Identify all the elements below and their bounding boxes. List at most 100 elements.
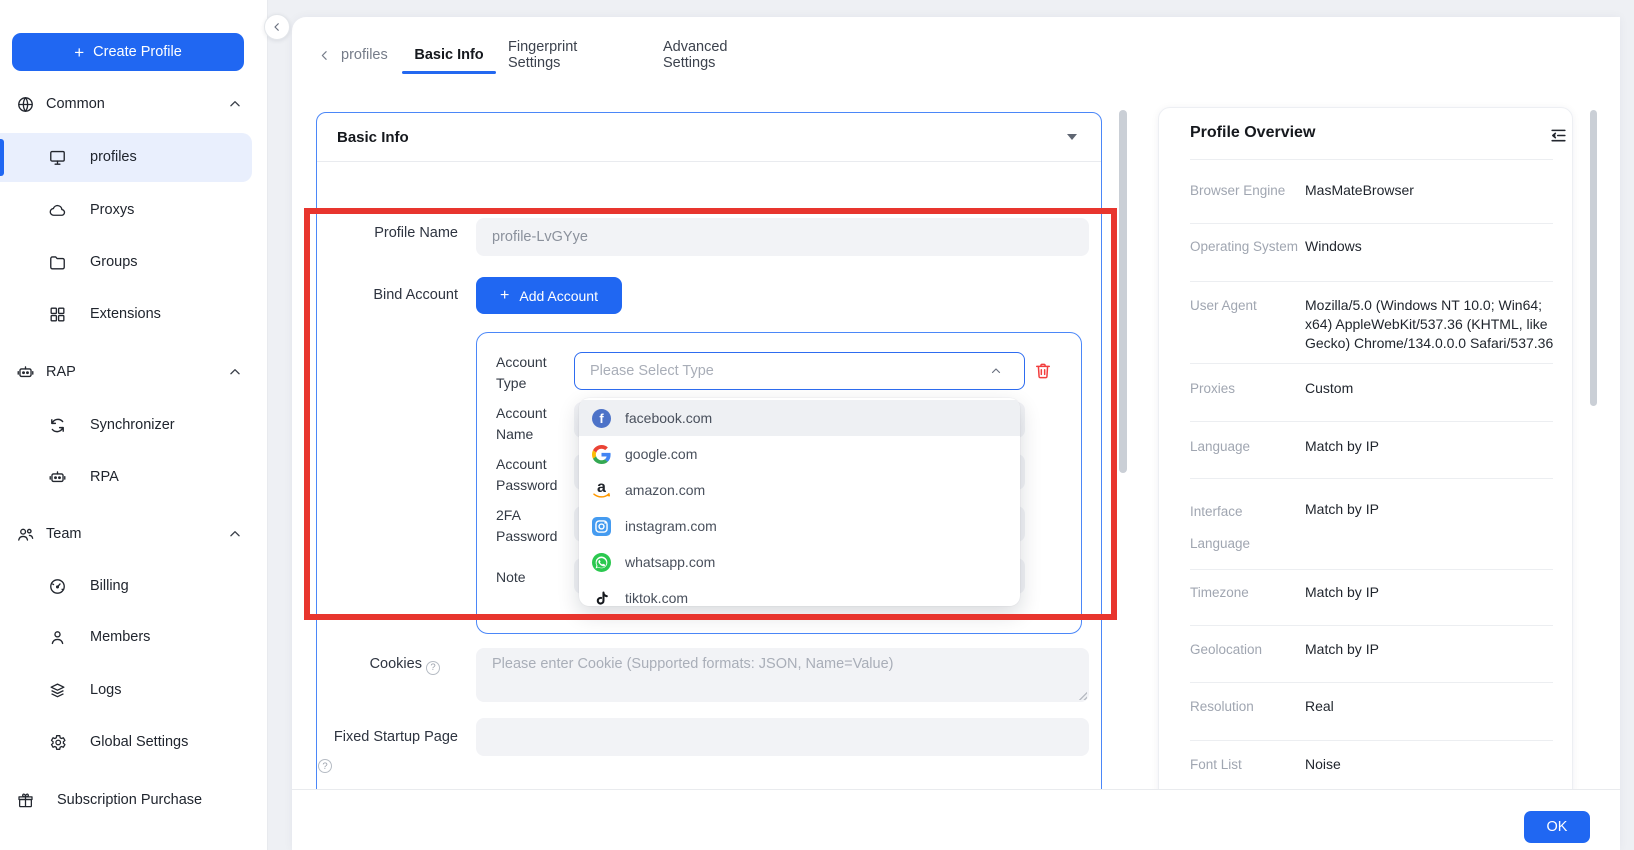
- sidebar-section-label: RAP: [46, 364, 76, 380]
- divider: [1190, 421, 1553, 422]
- option-label: facebook.com: [625, 410, 712, 426]
- option-label: amazon.com: [625, 482, 705, 498]
- sidebar-item-members[interactable]: Members: [0, 623, 268, 651]
- add-account-button[interactable]: + Add Account: [476, 277, 622, 314]
- question-circle-icon[interactable]: ?: [318, 759, 332, 773]
- gear-icon: [48, 733, 67, 752]
- overview-row-label: User Agent: [1190, 296, 1304, 316]
- cookies-label: Cookies ?: [290, 656, 440, 675]
- breadcrumb-back[interactable]: profiles: [318, 44, 388, 66]
- question-circle-icon[interactable]: ?: [426, 661, 440, 675]
- divider: [1190, 478, 1553, 479]
- chevron-up-icon[interactable]: [228, 527, 242, 541]
- chevron-up-icon[interactable]: [228, 365, 242, 379]
- sidebar-item-subscription-purchase[interactable]: Subscription Purchase: [0, 786, 268, 814]
- chevron-left-icon: [318, 49, 331, 62]
- trash-icon: [1033, 361, 1053, 381]
- dropdown-option-tiktok[interactable]: tiktok.com: [579, 580, 1020, 606]
- overview-row-value: Mozilla/5.0 (Windows NT 10.0; Win64; x64…: [1305, 296, 1571, 353]
- divider: [1190, 740, 1553, 741]
- gift-icon: [16, 791, 35, 810]
- overview-row-value: Match by IP: [1305, 437, 1571, 456]
- layers-icon: [48, 681, 67, 700]
- dropdown-option-google[interactable]: google.com: [579, 436, 1020, 472]
- basic-info-panel-header[interactable]: Basic Info: [317, 113, 1101, 162]
- textarea-resize-handle[interactable]: [1078, 691, 1087, 700]
- sidebar-section-team[interactable]: Team: [0, 520, 268, 548]
- profile-name-input[interactable]: [476, 218, 1089, 256]
- collapse-list-icon[interactable]: [1549, 126, 1568, 145]
- gauge-icon: [48, 577, 67, 596]
- overview-row-value: Noise: [1305, 755, 1571, 774]
- chevron-up-icon: [990, 365, 1002, 377]
- dropdown-option-instagram[interactable]: instagram.com: [579, 508, 1020, 544]
- cookies-textarea[interactable]: [476, 648, 1089, 702]
- sidebar-item-rpa[interactable]: RPA: [0, 463, 268, 491]
- sidebar-item-extensions[interactable]: Extensions: [0, 300, 268, 328]
- account-type-dropdown: f facebook.com google.com a amazon.com i…: [579, 398, 1020, 606]
- instagram-icon: [592, 517, 611, 536]
- tab-basic-info[interactable]: Basic Info: [402, 44, 496, 66]
- overview-row-label: Language: [1190, 437, 1304, 457]
- overview-row-value: Custom: [1305, 379, 1571, 398]
- cloud-icon: [48, 201, 67, 220]
- select-placeholder: Please Select Type: [590, 363, 714, 379]
- sidebar-item-synchronizer[interactable]: Synchronizer: [0, 411, 268, 439]
- tab-fingerprint-settings[interactable]: Fingerprint Settings: [508, 44, 618, 66]
- grid-icon: [48, 305, 67, 324]
- divider: [1190, 363, 1553, 364]
- option-label: instagram.com: [625, 518, 717, 534]
- sidebar-item-label: profiles: [90, 149, 137, 165]
- fixed-startup-page-label: Fixed Startup Page: [308, 729, 458, 745]
- overview-row-label: Operating System: [1190, 237, 1304, 257]
- sidebar-item-groups[interactable]: Groups: [0, 248, 268, 276]
- team-icon: [16, 525, 35, 544]
- sidebar-item-label: RPA: [90, 469, 119, 485]
- divider: [1190, 159, 1553, 160]
- overview-row-value: Real: [1305, 697, 1571, 716]
- sidebar-item-label: Billing: [90, 578, 129, 594]
- sidebar-item-billing[interactable]: Billing: [0, 572, 268, 600]
- dropdown-option-facebook[interactable]: f facebook.com: [579, 400, 1020, 436]
- overview-row-label: Browser Engine: [1190, 181, 1304, 201]
- delete-account-button[interactable]: [1033, 361, 1053, 381]
- divider: [1190, 682, 1553, 683]
- folder-icon: [48, 253, 67, 272]
- option-label: google.com: [625, 446, 697, 462]
- sidebar-item-profiles[interactable]: profiles: [0, 143, 268, 171]
- dropdown-option-whatsapp[interactable]: whatsapp.com: [579, 544, 1020, 580]
- sidebar-section-label: Common: [46, 96, 105, 112]
- create-profile-button[interactable]: + Create Profile: [12, 33, 244, 71]
- footer-bar: OK: [292, 789, 1620, 850]
- sidebar-section-rap[interactable]: RAP: [0, 358, 268, 386]
- option-label: whatsapp.com: [625, 554, 715, 570]
- overview-row-label: Geolocation: [1190, 640, 1304, 660]
- tab-advanced-settings[interactable]: Advanced Settings: [663, 44, 755, 66]
- breadcrumb-label: profiles: [341, 47, 388, 63]
- sidebar-item-global-settings[interactable]: Global Settings: [0, 728, 268, 756]
- dropdown-option-amazon[interactable]: a amazon.com: [579, 472, 1020, 508]
- google-icon: [592, 445, 611, 464]
- plus-icon: +: [500, 288, 509, 304]
- chevron-up-icon[interactable]: [228, 97, 242, 111]
- overview-row-label: Resolution: [1190, 697, 1304, 717]
- overview-row-value: Windows: [1305, 237, 1571, 256]
- divider: [1190, 625, 1553, 626]
- sync-icon: [48, 416, 67, 435]
- robot-icon: [48, 468, 67, 487]
- sidebar-item-label: Members: [90, 629, 150, 645]
- ok-button[interactable]: OK: [1524, 811, 1590, 843]
- tiktok-icon: [592, 589, 611, 607]
- sidebar-item-logs[interactable]: Logs: [0, 676, 268, 704]
- monitor-icon: [48, 148, 67, 167]
- overview-scrollbar[interactable]: [1590, 110, 1597, 406]
- caret-down-icon[interactable]: [1067, 134, 1077, 140]
- fixed-startup-page-input[interactable]: [476, 718, 1089, 756]
- amazon-icon: a: [592, 481, 611, 500]
- profile-overview-title: Profile Overview: [1190, 124, 1315, 142]
- sidebar-collapse-button[interactable]: [264, 14, 290, 40]
- account-type-select[interactable]: Please Select Type: [574, 352, 1025, 390]
- main-scrollbar[interactable]: [1119, 110, 1127, 473]
- sidebar-section-common[interactable]: Common: [0, 90, 268, 118]
- sidebar-item-proxys[interactable]: Proxys: [0, 196, 268, 224]
